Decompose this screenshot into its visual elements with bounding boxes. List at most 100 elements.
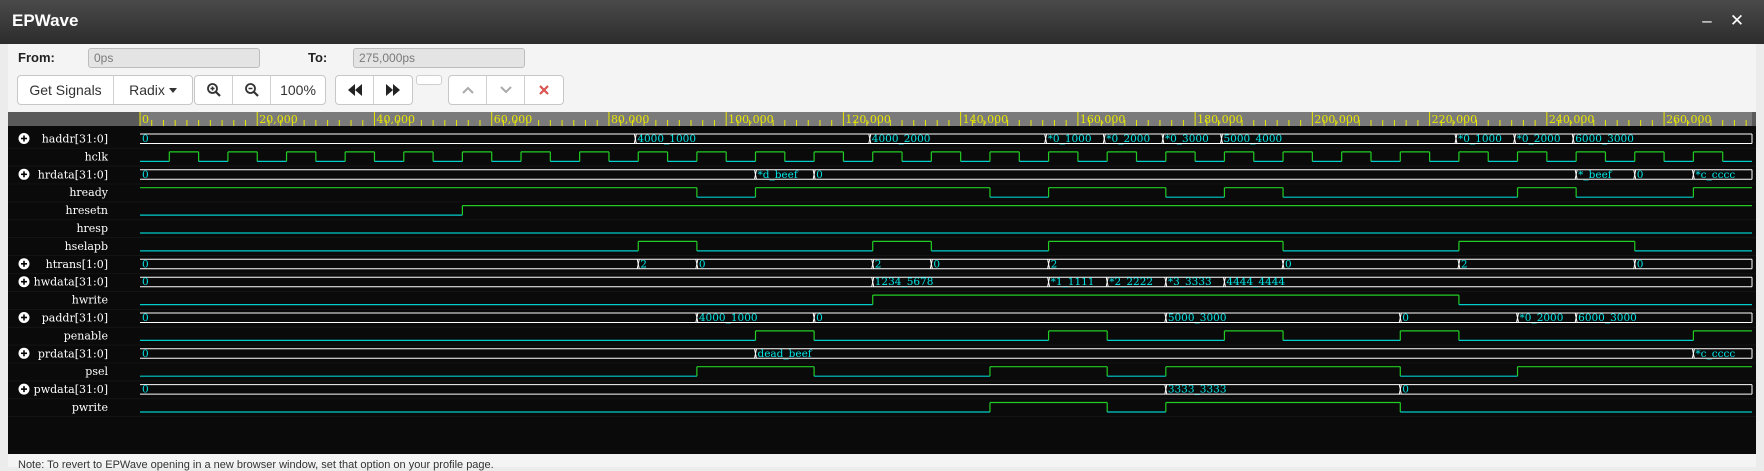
bus-value-label: 0 (699, 258, 706, 270)
bus-value-label: 0 (142, 169, 149, 181)
chevron-up-icon (461, 86, 474, 94)
signal-name-label[interactable]: haddr[31:0] (42, 133, 108, 146)
rewind-icon (347, 84, 362, 96)
bus-value-label: 4000_1000 (637, 133, 696, 145)
bus-value-label: 5000_4000 (1224, 133, 1283, 145)
remove-signal-button[interactable] (525, 76, 563, 104)
signal-name-label[interactable]: hresetn (65, 204, 108, 217)
zoom-out-button[interactable] (233, 76, 271, 104)
signal-name-label[interactable]: htrans[1:0] (46, 258, 108, 271)
bus-value-label: 0 (142, 348, 149, 360)
move-signal-up-button[interactable] (449, 76, 487, 104)
close-window-button[interactable]: ✕ (1726, 10, 1748, 32)
signal-search-pill[interactable] (416, 75, 442, 85)
signal-name-label[interactable]: hselapb (65, 240, 108, 253)
bus-value-label: *0_2000 (1520, 312, 1564, 324)
expand-bus-icon[interactable] (18, 168, 30, 180)
bus-value-label: 4000_2000 (872, 133, 931, 145)
from-label: From: (18, 50, 55, 65)
signal-name-label[interactable]: hwrite (72, 294, 108, 307)
radix-dropdown-button[interactable]: Radix (114, 76, 192, 104)
ruler-tick-label: 180,000 (1197, 113, 1243, 126)
ruler-tick-label: 140,000 (963, 113, 1009, 126)
bus-value-label: 2 (1461, 258, 1468, 270)
bus-value-label: 4444_4444 (1226, 276, 1285, 288)
bus-value-label: *3_3333 (1168, 276, 1212, 288)
ruler-tick-label: 80,000 (611, 113, 650, 126)
bus-value-label: dead_beef (757, 348, 812, 360)
expand-bus-icon[interactable] (18, 312, 30, 323)
signal-name-label[interactable]: hclk (85, 150, 109, 163)
next-edge-button[interactable] (374, 76, 412, 104)
bus-value-label: 0 (1285, 258, 1292, 270)
bus-value-label: 0 (1402, 384, 1409, 396)
previous-edge-button[interactable] (336, 76, 374, 104)
bus-value-label: 2 (1051, 258, 1058, 270)
signal-name-label[interactable]: prdata[31:0] (38, 347, 108, 360)
bus-value-label: 6000_3000 (1578, 312, 1637, 324)
caret-down-icon (168, 87, 177, 93)
signal-name-label[interactable]: paddr[31:0] (42, 312, 108, 325)
expand-bus-icon[interactable] (18, 383, 30, 395)
bus-value-label: 0 (1637, 169, 1644, 181)
bus-value-label: 4000_1000 (699, 312, 758, 324)
signal-name-label[interactable]: hready (69, 186, 108, 199)
bus-value-label: 2 (875, 258, 882, 270)
window-titlebar: EPWave – ✕ (0, 0, 1764, 44)
bus-value-label: 2 (640, 258, 647, 270)
signal-name-label[interactable]: pwrite (72, 401, 108, 414)
ruler-tick-label: 0 (142, 113, 149, 126)
bus-value-label: *d_beef (757, 169, 798, 181)
from-time-field[interactable]: 0ps (88, 48, 260, 68)
zoom-in-icon (206, 83, 221, 97)
expand-bus-icon[interactable] (18, 347, 30, 359)
footer-note: Note: To revert to EPWave opening in a n… (18, 459, 494, 471)
bus-value-label: *1_1111 (1051, 276, 1095, 288)
get-signals-button[interactable]: Get Signals (18, 76, 114, 104)
ruler-tick-label: 260,000 (1666, 113, 1712, 126)
signal-name-label[interactable]: hresp (76, 222, 108, 235)
expand-bus-icon[interactable] (18, 258, 30, 270)
bus-value-label: 0 (142, 276, 149, 288)
bus-value-label: *0_1000 (1458, 133, 1502, 145)
bus-value-label: 1234_5678 (875, 276, 934, 288)
ruler-tick-label: 20,000 (259, 113, 298, 126)
zoom-in-button[interactable] (195, 76, 233, 104)
bus-value-label: *0_3000 (1165, 133, 1209, 145)
bus-value-label: 0 (933, 258, 940, 270)
expand-bus-icon[interactable] (18, 276, 30, 288)
bus-value-label: 3333_3333 (1168, 384, 1227, 396)
ruler-tick-label: 40,000 (376, 113, 415, 126)
zoom-out-icon (244, 83, 259, 97)
signal-name-label[interactable]: penable (64, 329, 108, 342)
expand-bus-icon[interactable] (18, 133, 30, 144)
close-icon (539, 85, 549, 95)
bus-value-label: *0_2000 (1106, 133, 1150, 145)
ruler-tick-label: 200,000 (1314, 113, 1360, 126)
bus-value-label: *c_cccc (1695, 169, 1735, 181)
fast-forward-icon (386, 84, 400, 96)
signal-name-label[interactable]: pwdata[31:0] (34, 383, 108, 396)
bus-value-label: *_beef (1578, 169, 1613, 181)
waveform-viewer[interactable]: 0 20,000 40,000 60,000 80,000 100,000 120,000 1… (8, 112, 1756, 454)
bus-value-label: 5000_3000 (1168, 312, 1227, 324)
signal-name-label[interactable]: psel (85, 365, 108, 378)
signal-name-label[interactable]: hwdata[31:0] (34, 276, 108, 289)
signal-name-label[interactable]: hrdata[31:0] (38, 168, 108, 181)
window-title: EPWave (12, 11, 79, 30)
to-time-field[interactable]: 275,000ps (353, 48, 525, 68)
zoom-level-button[interactable]: 100% (271, 76, 325, 104)
bus-value-label: 6000_3000 (1575, 133, 1634, 145)
ruler-tick-label: 60,000 (494, 113, 533, 126)
bus-value-label: 0 (142, 133, 149, 145)
bus-value-label: *0_2000 (1517, 133, 1561, 145)
ruler-tick-label: 120,000 (845, 113, 891, 126)
minimize-button[interactable]: – (1696, 10, 1718, 32)
ruler-tick-label: 160,000 (1080, 113, 1126, 126)
move-signal-down-button[interactable] (487, 76, 525, 104)
chevron-down-icon (499, 86, 512, 94)
bus-value-label: 0 (1402, 312, 1409, 324)
ruler-tick-label: 240,000 (1549, 113, 1595, 126)
bus-value-label: 0 (816, 169, 823, 181)
edge-nav-button-group (335, 75, 413, 105)
